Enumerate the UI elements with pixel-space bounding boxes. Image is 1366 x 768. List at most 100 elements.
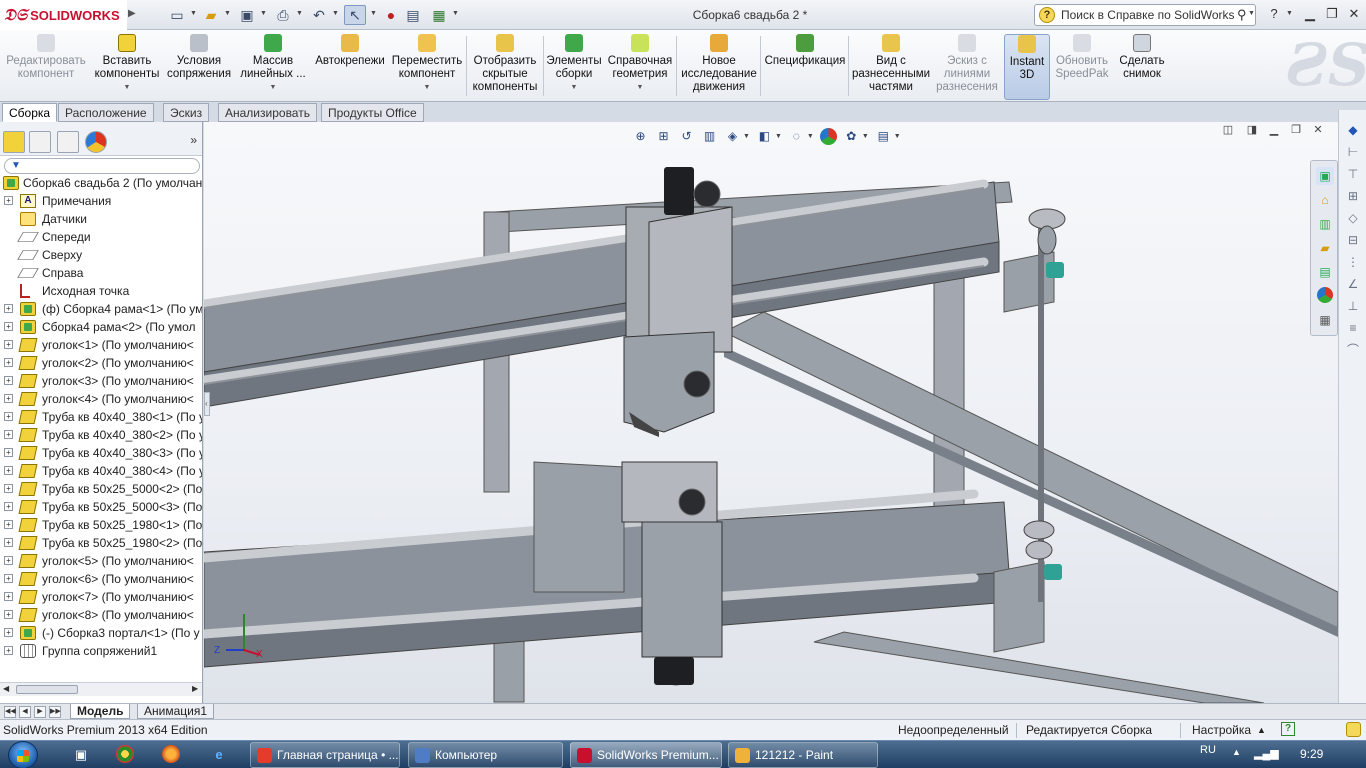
taskbar-window-paint[interactable]: 121212 - Paint [728, 742, 878, 768]
reference-dropdown-icon[interactable]: ▼ [637, 81, 644, 94]
tree-item[interactable]: Датчики [0, 210, 202, 228]
taskbar-window-solidworks[interactable]: SolidWorks Premium... [570, 742, 722, 768]
home-icon[interactable]: ⌂ [1316, 191, 1334, 209]
expand-icon[interactable]: + [4, 538, 13, 547]
close-icon[interactable]: ✕ [1344, 6, 1364, 24]
insert-dropdown-icon[interactable]: ▼ [124, 81, 131, 94]
cad-model-viewport[interactable]: Z X [204, 122, 1338, 703]
tree-root-assembly[interactable]: Сборка6 свадьба 2 (По умолчан [0, 174, 202, 192]
arc-length-icon[interactable]: ⌒ [1345, 342, 1361, 358]
tab-animation[interactable]: Анимация1 [137, 704, 215, 719]
options-dropdown-icon[interactable]: ▼ [452, 10, 460, 18]
tree-item[interactable]: + уголок<1> (По умолчанию< [0, 336, 202, 354]
take-snapshot-button[interactable]: Сделать снимок [1114, 34, 1170, 100]
print-dropdown-icon[interactable]: ▼ [296, 10, 304, 18]
path-length-icon[interactable]: ≡ [1345, 320, 1361, 336]
expand-icon[interactable]: + [4, 484, 13, 493]
help-status-icon[interactable]: ? [1281, 722, 1295, 736]
network-signal-icon[interactable]: ▂▄▆ [1254, 747, 1279, 760]
tree-item[interactable]: + Сборка4 рама<2> (По умол [0, 318, 202, 336]
horizontal-dimension-icon[interactable]: ⊟ [1345, 232, 1361, 248]
language-indicator[interactable]: RU [1200, 744, 1216, 756]
features-dropdown-icon[interactable]: ▼ [571, 81, 578, 94]
expand-icon[interactable]: + [4, 502, 13, 511]
design-library-icon[interactable]: ▥ [1316, 215, 1334, 233]
expand-icon[interactable]: + [4, 358, 13, 367]
tree-item[interactable]: + уголок<5> (По умолчанию< [0, 552, 202, 570]
expand-icon[interactable]: + [4, 340, 13, 349]
tree-item[interactable]: + Труба кв 50х25_5000<2> (По у [0, 480, 202, 498]
scrollbar-thumb[interactable] [16, 685, 78, 694]
instant-3d-button[interactable]: Instant 3D [1004, 34, 1050, 100]
rebuild-status-icon[interactable] [1346, 722, 1361, 737]
bill-of-materials-button[interactable]: Спецификация [764, 34, 846, 100]
help-search-input[interactable]: ? Поиск в Справке по SolidWorks ⚲ [1034, 4, 1256, 26]
undo-icon[interactable]: ↶ [308, 5, 330, 25]
tree-item[interactable]: + A Примечания [0, 192, 202, 210]
resources-icon[interactable]: ▣ [1316, 167, 1334, 185]
minimize-icon[interactable]: ▁ [1300, 6, 1320, 24]
tree-item[interactable]: + уголок<2> (По умолчанию< [0, 354, 202, 372]
expand-icon[interactable]: + [4, 196, 13, 205]
expand-icon[interactable]: + [4, 394, 13, 403]
firefox-pinned-icon[interactable] [162, 745, 180, 763]
save-dropdown-icon[interactable]: ▼ [260, 10, 268, 18]
open-dropdown-icon[interactable]: ▼ [224, 10, 232, 18]
appearances-icon[interactable] [1317, 287, 1333, 303]
tree-item[interactable]: + уголок<7> (По умолчанию< [0, 588, 202, 606]
tree-item[interactable]: Сверху [0, 246, 202, 264]
clock[interactable]: 9:29 [1300, 747, 1323, 761]
tree-item[interactable]: + (-) Сборка3 портал<1> (По у [0, 624, 202, 642]
help-menu-icon[interactable]: ? [1264, 6, 1284, 24]
tab-model[interactable]: Модель [70, 704, 131, 719]
tree-item[interactable]: + Труба кв 50х25_1980<1> (По у [0, 516, 202, 534]
linear-pattern-button[interactable]: Массив линейных ... ▼ [238, 34, 308, 100]
tray-expand-icon[interactable]: ▲ [1232, 747, 1241, 757]
scroll-right-icon[interactable]: ▶ [192, 684, 198, 693]
tree-item[interactable]: + уголок<8> (По умолчанию< [0, 606, 202, 624]
pattern-dropdown-icon[interactable]: ▼ [270, 81, 277, 94]
tree-item[interactable]: + Труба кв 40х40_380<1> (По ум [0, 408, 202, 426]
tree-item[interactable]: + уголок<6> (По умолчанию< [0, 570, 202, 588]
solidworks-logo[interactable]: 𝔇𝔖 SOLIDWORKS [0, 0, 127, 30]
solidworks-pinned-icon[interactable]: ▣ [70, 745, 92, 765]
tree-item[interactable]: + Группа сопряжений1 [0, 642, 202, 660]
explode-line-sketch-button[interactable]: Эскиз с линиями разнесения [934, 34, 1000, 100]
expand-icon[interactable]: + [4, 430, 13, 439]
tree-item[interactable]: + Труба кв 40х40_380<3> (По у [0, 444, 202, 462]
tree-horizontal-scrollbar[interactable]: ◀ ▶ [0, 682, 202, 696]
insert-components-button[interactable]: Вставить компоненты ▼ [94, 34, 160, 100]
rebuild-icon[interactable]: ● [380, 5, 402, 25]
expand-icon[interactable]: + [4, 610, 13, 619]
units-settings-button[interactable]: Настройка [1192, 720, 1251, 740]
expand-icon[interactable]: + [4, 520, 13, 529]
tree-item[interactable]: Спереди [0, 228, 202, 246]
next-tab-icon[interactable]: ▶ [34, 706, 46, 718]
tab-sketch[interactable]: Эскиз [163, 103, 210, 122]
print-icon[interactable]: ⎙ [272, 5, 294, 25]
ie-pinned-icon[interactable]: e [208, 745, 230, 765]
new-document-icon[interactable]: ▭ [166, 5, 188, 25]
dimension-icon[interactable]: ⊤ [1345, 166, 1361, 182]
update-speedpak-button[interactable]: Обновить SpeedPak [1054, 34, 1110, 100]
open-folder-icon[interactable]: ▰ [200, 5, 222, 25]
display-manager-tab-icon[interactable] [85, 131, 107, 153]
undo-dropdown-icon[interactable]: ▼ [332, 10, 340, 18]
tree-item[interactable]: + Труба кв 40х40_380<4> (По у [0, 462, 202, 480]
tree-filter-input[interactable]: ▼ [4, 158, 200, 174]
tree-item[interactable]: + Труба кв 40х40_380<2> (По у [0, 426, 202, 444]
expand-icon[interactable]: + [4, 466, 13, 475]
move-component-button[interactable]: Переместить компонент ▼ [390, 34, 464, 100]
tree-item[interactable]: + (ф) Сборка4 рама<1> (По ум [0, 300, 202, 318]
property-manager-tab-icon[interactable] [29, 131, 51, 153]
expand-icon[interactable]: + [4, 448, 13, 457]
chamfer-icon[interactable]: ◇ [1345, 210, 1361, 226]
tree-item[interactable]: Исходная точка [0, 282, 202, 300]
edit-component-button[interactable]: Редактировать компонент [4, 34, 88, 100]
help-dropdown-icon[interactable]: ▼ [1286, 10, 1294, 18]
first-tab-icon[interactable]: ◀◀ [4, 706, 16, 718]
options-icon[interactable]: ▦ [428, 5, 450, 25]
tab-evaluate[interactable]: Анализировать [218, 103, 317, 122]
tree-item[interactable]: + Труба кв 50х25_1980<2> (По у [0, 534, 202, 552]
settings-up-icon[interactable]: ▲ [1257, 720, 1266, 740]
